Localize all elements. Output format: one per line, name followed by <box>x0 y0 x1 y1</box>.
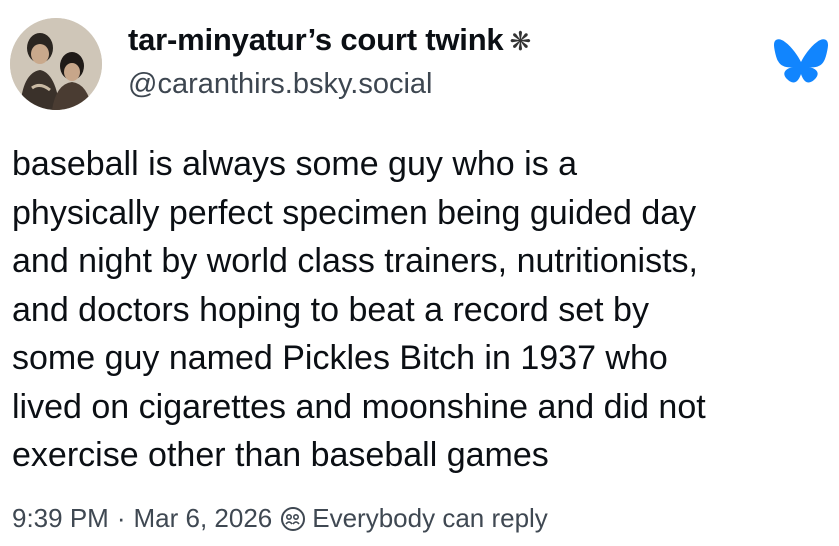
meta-separator: · <box>116 503 126 533</box>
post-body-line: and night by world class trainers, nutri… <box>12 242 698 280</box>
bluesky-butterfly-icon <box>773 38 829 88</box>
post-body-line: physically perfect specimen being guided… <box>12 193 697 232</box>
post-body-line: lived on cigarettes and moonshine and di… <box>12 387 706 426</box>
post-body-line: baseball is always some guy who is a <box>12 145 578 183</box>
post-body: baseball is always some guy who is a phy… <box>12 140 832 480</box>
reply-setting-icon <box>281 506 306 531</box>
post-date[interactable]: Mar 6, 2026 <box>134 503 273 534</box>
sparkle-icon: ❋ <box>509 26 532 56</box>
post-time[interactable]: 9:39 PM <box>12 503 109 534</box>
reply-setting-label[interactable]: Everybody can reply <box>312 503 548 534</box>
post-body-line: some guy named Pickles Bitch in 1937 who <box>12 339 668 377</box>
avatar[interactable] <box>10 18 102 110</box>
post-meta: 9:39 PM · Mar 6, 2026 Everybody can repl… <box>12 503 548 534</box>
display-name-text[interactable]: tar-minyatur’s court twink <box>128 22 504 57</box>
post-body-line: and doctors hoping to beat a record set … <box>12 290 649 329</box>
user-handle[interactable]: @caranthirs.bsky.social <box>128 68 433 101</box>
post-body-line: exercise other than baseball games <box>12 436 549 474</box>
display-name[interactable]: tar-minyatur’s court twink ❋ <box>128 22 531 58</box>
avatar-image <box>10 18 102 110</box>
